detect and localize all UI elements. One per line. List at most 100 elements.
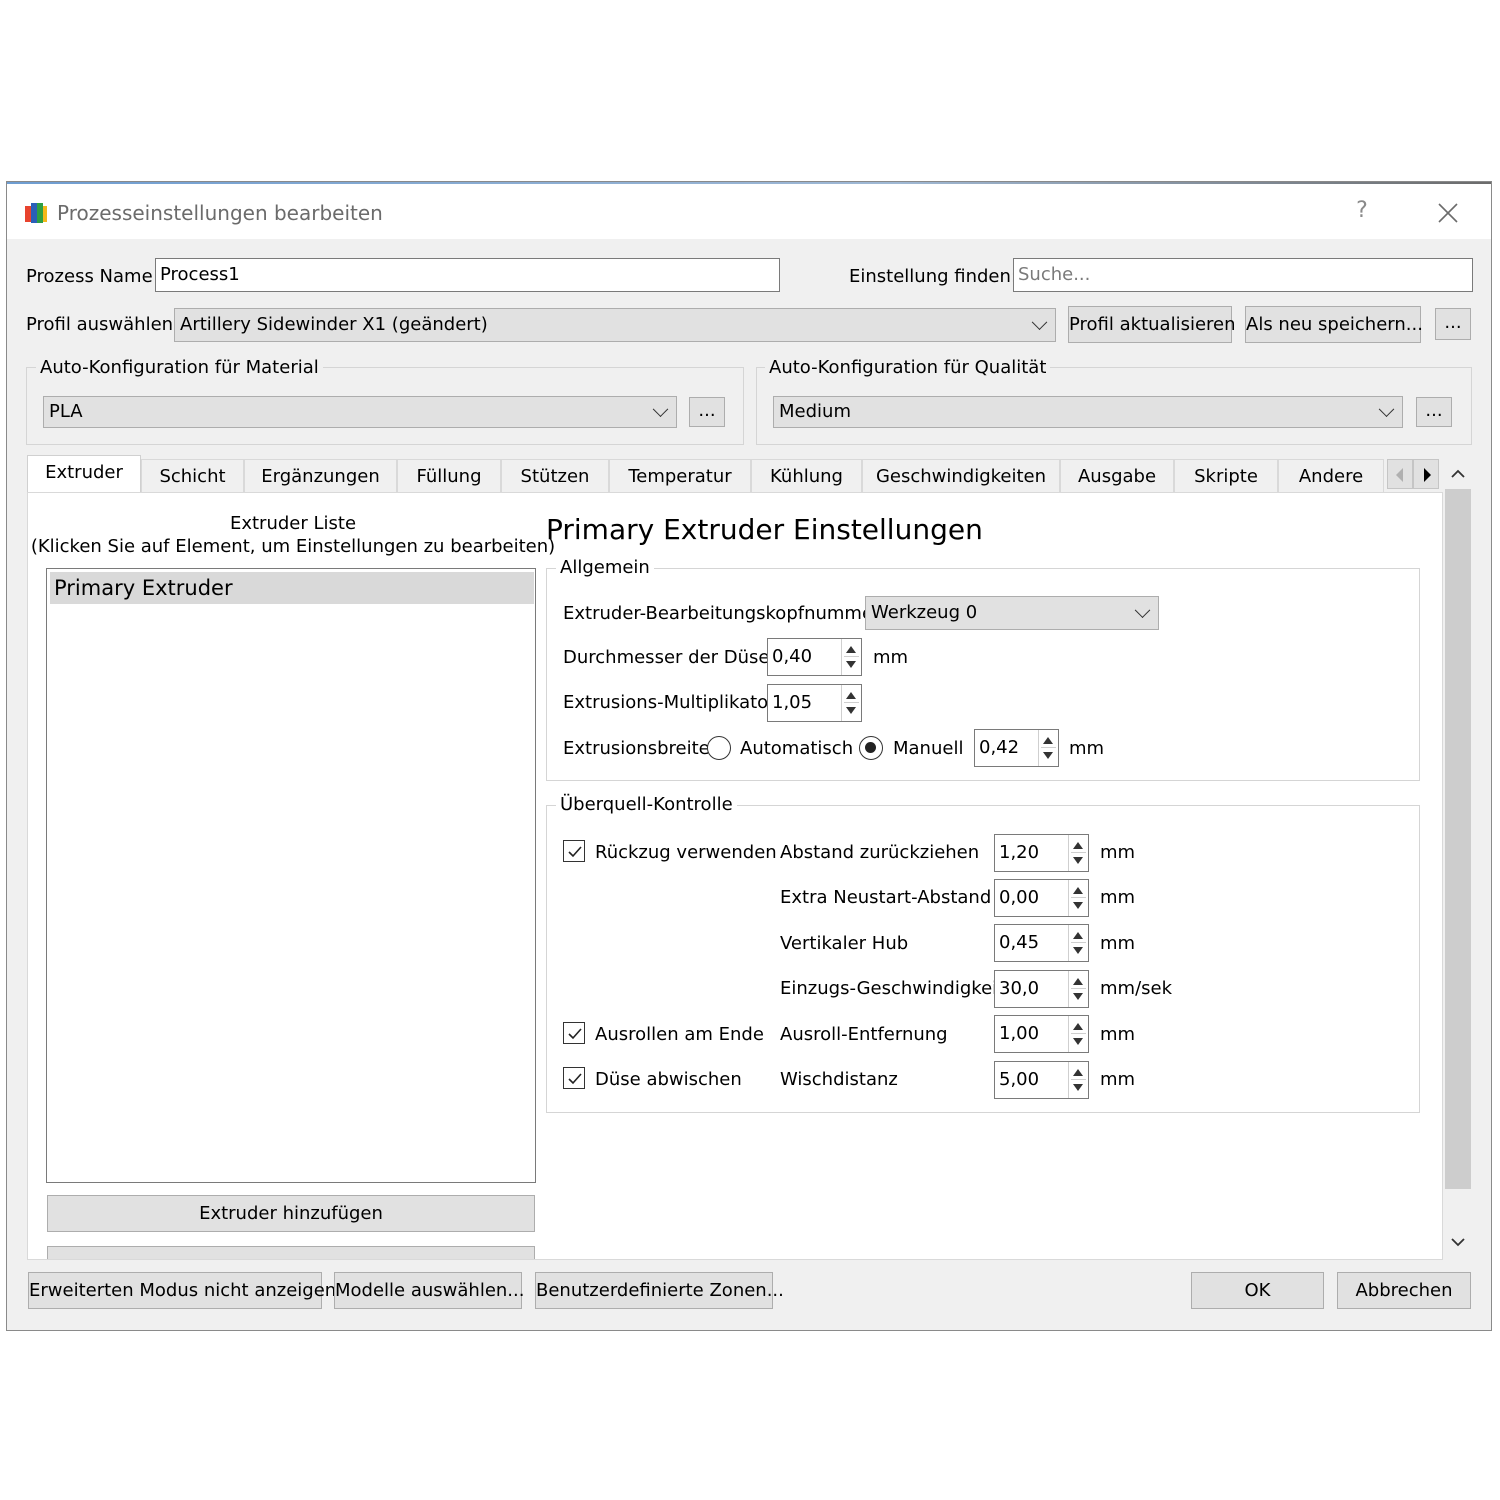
retraction-label: Rückzug verwenden — [595, 842, 777, 863]
app-logo-icon — [25, 203, 47, 223]
profile-more-button[interactable]: ... — [1435, 308, 1471, 340]
profile-select-value: Artillery Sidewinder X1 (geändert) — [180, 314, 488, 335]
nozzle-diameter-value: 0,40 — [772, 646, 813, 667]
remove-extruder-button-partial[interactable] — [47, 1246, 535, 1259]
tab-layer[interactable]: Schicht — [141, 459, 244, 493]
spin-arrows-icon[interactable] — [841, 639, 861, 675]
cancel-button[interactable]: Abbrechen — [1337, 1272, 1471, 1309]
chevron-down-icon — [1134, 602, 1151, 619]
tab-output[interactable]: Ausgabe — [1060, 459, 1174, 493]
help-button[interactable]: ? — [1347, 196, 1377, 226]
process-settings-dialog: Prozesseinstellungen bearbeiten ? Prozes… — [6, 181, 1492, 1331]
ooze-control-title: Überquell-Kontrolle — [556, 794, 737, 815]
spin-arrows-icon[interactable] — [1068, 925, 1088, 961]
width-auto-label: Automatisch — [740, 738, 854, 759]
retraction-speed-label: Einzugs-Geschwindigkeit — [780, 978, 1005, 999]
add-extruder-button[interactable]: Extruder hinzufügen — [47, 1195, 535, 1232]
tab-scroll-right-button[interactable] — [1413, 459, 1439, 489]
ok-button[interactable]: OK — [1191, 1272, 1324, 1309]
update-profile-button[interactable]: Profil aktualisieren — [1068, 306, 1236, 343]
title-bar[interactable]: Prozesseinstellungen bearbeiten ? — [7, 184, 1491, 239]
extrusion-width-value: 0,42 — [979, 737, 1020, 758]
material-more-button[interactable]: ... — [689, 397, 725, 427]
nozzle-diameter-spinbox[interactable]: 0,40 — [767, 638, 862, 676]
retraction-checkbox[interactable] — [563, 840, 585, 862]
tab-temperature[interactable]: Temperatur — [609, 459, 751, 493]
extrusion-width-spinbox[interactable]: 0,42 — [974, 729, 1059, 767]
chevron-down-icon[interactable] — [1443, 1227, 1473, 1257]
hide-advanced-mode-button[interactable]: Erweiterten Modus nicht anzeigen — [28, 1272, 336, 1309]
wipe-distance-spinbox[interactable]: 5,00 — [994, 1061, 1089, 1099]
retract-distance-spinbox[interactable]: 1,20 — [994, 834, 1089, 872]
radio-selected-dot — [865, 742, 876, 753]
vertical-lift-spinbox[interactable]: 0,45 — [994, 924, 1089, 962]
coast-distance-unit: mm — [1100, 1024, 1136, 1045]
tab-speeds[interactable]: Geschwindigkeiten — [862, 459, 1060, 493]
wipe-distance-unit: mm — [1100, 1069, 1136, 1090]
retract-distance-label: Abstand zurückziehen — [780, 842, 980, 863]
material-select-value: PLA — [49, 401, 83, 422]
wipe-label: Düse abwischen — [595, 1069, 742, 1090]
quality-select[interactable]: Medium — [773, 396, 1403, 428]
extra-restart-distance-spinbox[interactable]: 0,00 — [994, 879, 1089, 917]
retraction-speed-unit: mm/sek — [1100, 978, 1173, 999]
spin-arrows-icon[interactable] — [1068, 971, 1088, 1007]
find-setting-label: Einstellung finden: — [849, 266, 1017, 287]
spin-arrows-icon[interactable] — [1038, 730, 1058, 766]
vertical-lift-value: 0,45 — [999, 932, 1040, 953]
list-item-primary-extruder[interactable]: Primary Extruder — [50, 572, 534, 604]
wipe-distance-value: 5,00 — [999, 1069, 1040, 1090]
material-autoconfig-title: Auto-Konfiguration für Material — [36, 357, 323, 378]
toolhead-select[interactable]: Werkzeug 0 — [865, 596, 1159, 630]
extruder-settings-heading: Primary Extruder Einstellungen — [546, 513, 983, 546]
wipe-distance-label: Wischdistanz — [780, 1069, 898, 1090]
select-models-button[interactable]: Modelle auswählen... — [334, 1272, 524, 1309]
spin-arrows-icon[interactable] — [841, 685, 861, 721]
process-name-label: Prozess Name — [26, 266, 153, 287]
width-auto-radio[interactable] — [707, 736, 731, 760]
vertical-scrollbar[interactable] — [1443, 459, 1473, 1260]
process-name-input[interactable]: Process1 — [155, 258, 780, 292]
extrusion-multiplier-value: 1,05 — [772, 692, 813, 713]
retraction-speed-spinbox[interactable]: 30,0 — [994, 970, 1089, 1008]
window-title: Prozesseinstellungen bearbeiten — [57, 201, 383, 225]
toolhead-label: Extruder-Bearbeitungskopfnummer — [563, 603, 881, 624]
check-icon — [568, 1073, 582, 1085]
spin-arrows-icon[interactable] — [1068, 835, 1088, 871]
spin-arrows-icon[interactable] — [1068, 1016, 1088, 1052]
save-as-new-button[interactable]: Als neu speichern... — [1245, 306, 1423, 343]
extrusion-multiplier-spinbox[interactable]: 1,05 — [767, 684, 862, 722]
profile-select-label: Profil auswählen — [26, 314, 174, 335]
extruder-list[interactable]: Primary Extruder — [46, 568, 536, 1183]
extruder-list-title: Extruder Liste — [229, 513, 357, 534]
tab-cooling[interactable]: Kühlung — [751, 459, 862, 493]
check-icon — [568, 846, 582, 858]
find-setting-input[interactable]: Suche... — [1013, 258, 1473, 292]
coast-checkbox[interactable] — [563, 1022, 585, 1044]
custom-zones-button[interactable]: Benutzerdefinierte Zonen... — [535, 1272, 784, 1309]
tab-scripts[interactable]: Skripte — [1174, 459, 1278, 493]
material-select[interactable]: PLA — [43, 396, 677, 428]
close-icon[interactable] — [1431, 196, 1465, 230]
width-manual-label: Manuell — [893, 738, 964, 759]
tab-supports[interactable]: Stützen — [501, 459, 609, 493]
tab-extruder[interactable]: Extruder — [27, 455, 141, 493]
quality-more-button[interactable]: ... — [1416, 397, 1452, 427]
tab-additions[interactable]: Ergänzungen — [244, 459, 397, 493]
width-manual-radio[interactable] — [859, 736, 883, 760]
coast-distance-spinbox[interactable]: 1,00 — [994, 1015, 1089, 1053]
nozzle-diameter-unit: mm — [873, 647, 909, 668]
tab-other[interactable]: Andere — [1278, 459, 1384, 493]
vertical-lift-unit: mm — [1100, 933, 1136, 954]
retraction-speed-value: 30,0 — [999, 978, 1040, 999]
extrusion-multiplier-label: Extrusions-Multiplikator — [563, 692, 776, 713]
wipe-checkbox[interactable] — [563, 1067, 585, 1089]
tab-infill[interactable]: Füllung — [397, 459, 501, 493]
spin-arrows-icon[interactable] — [1068, 880, 1088, 916]
chevron-up-icon[interactable] — [1443, 459, 1473, 489]
tab-scroll-left-button[interactable] — [1387, 459, 1413, 489]
retract-distance-unit: mm — [1100, 842, 1136, 863]
spin-arrows-icon[interactable] — [1068, 1062, 1088, 1098]
profile-select[interactable]: Artillery Sidewinder X1 (geändert) — [174, 308, 1056, 342]
scrollbar-thumb[interactable] — [1445, 489, 1471, 1189]
